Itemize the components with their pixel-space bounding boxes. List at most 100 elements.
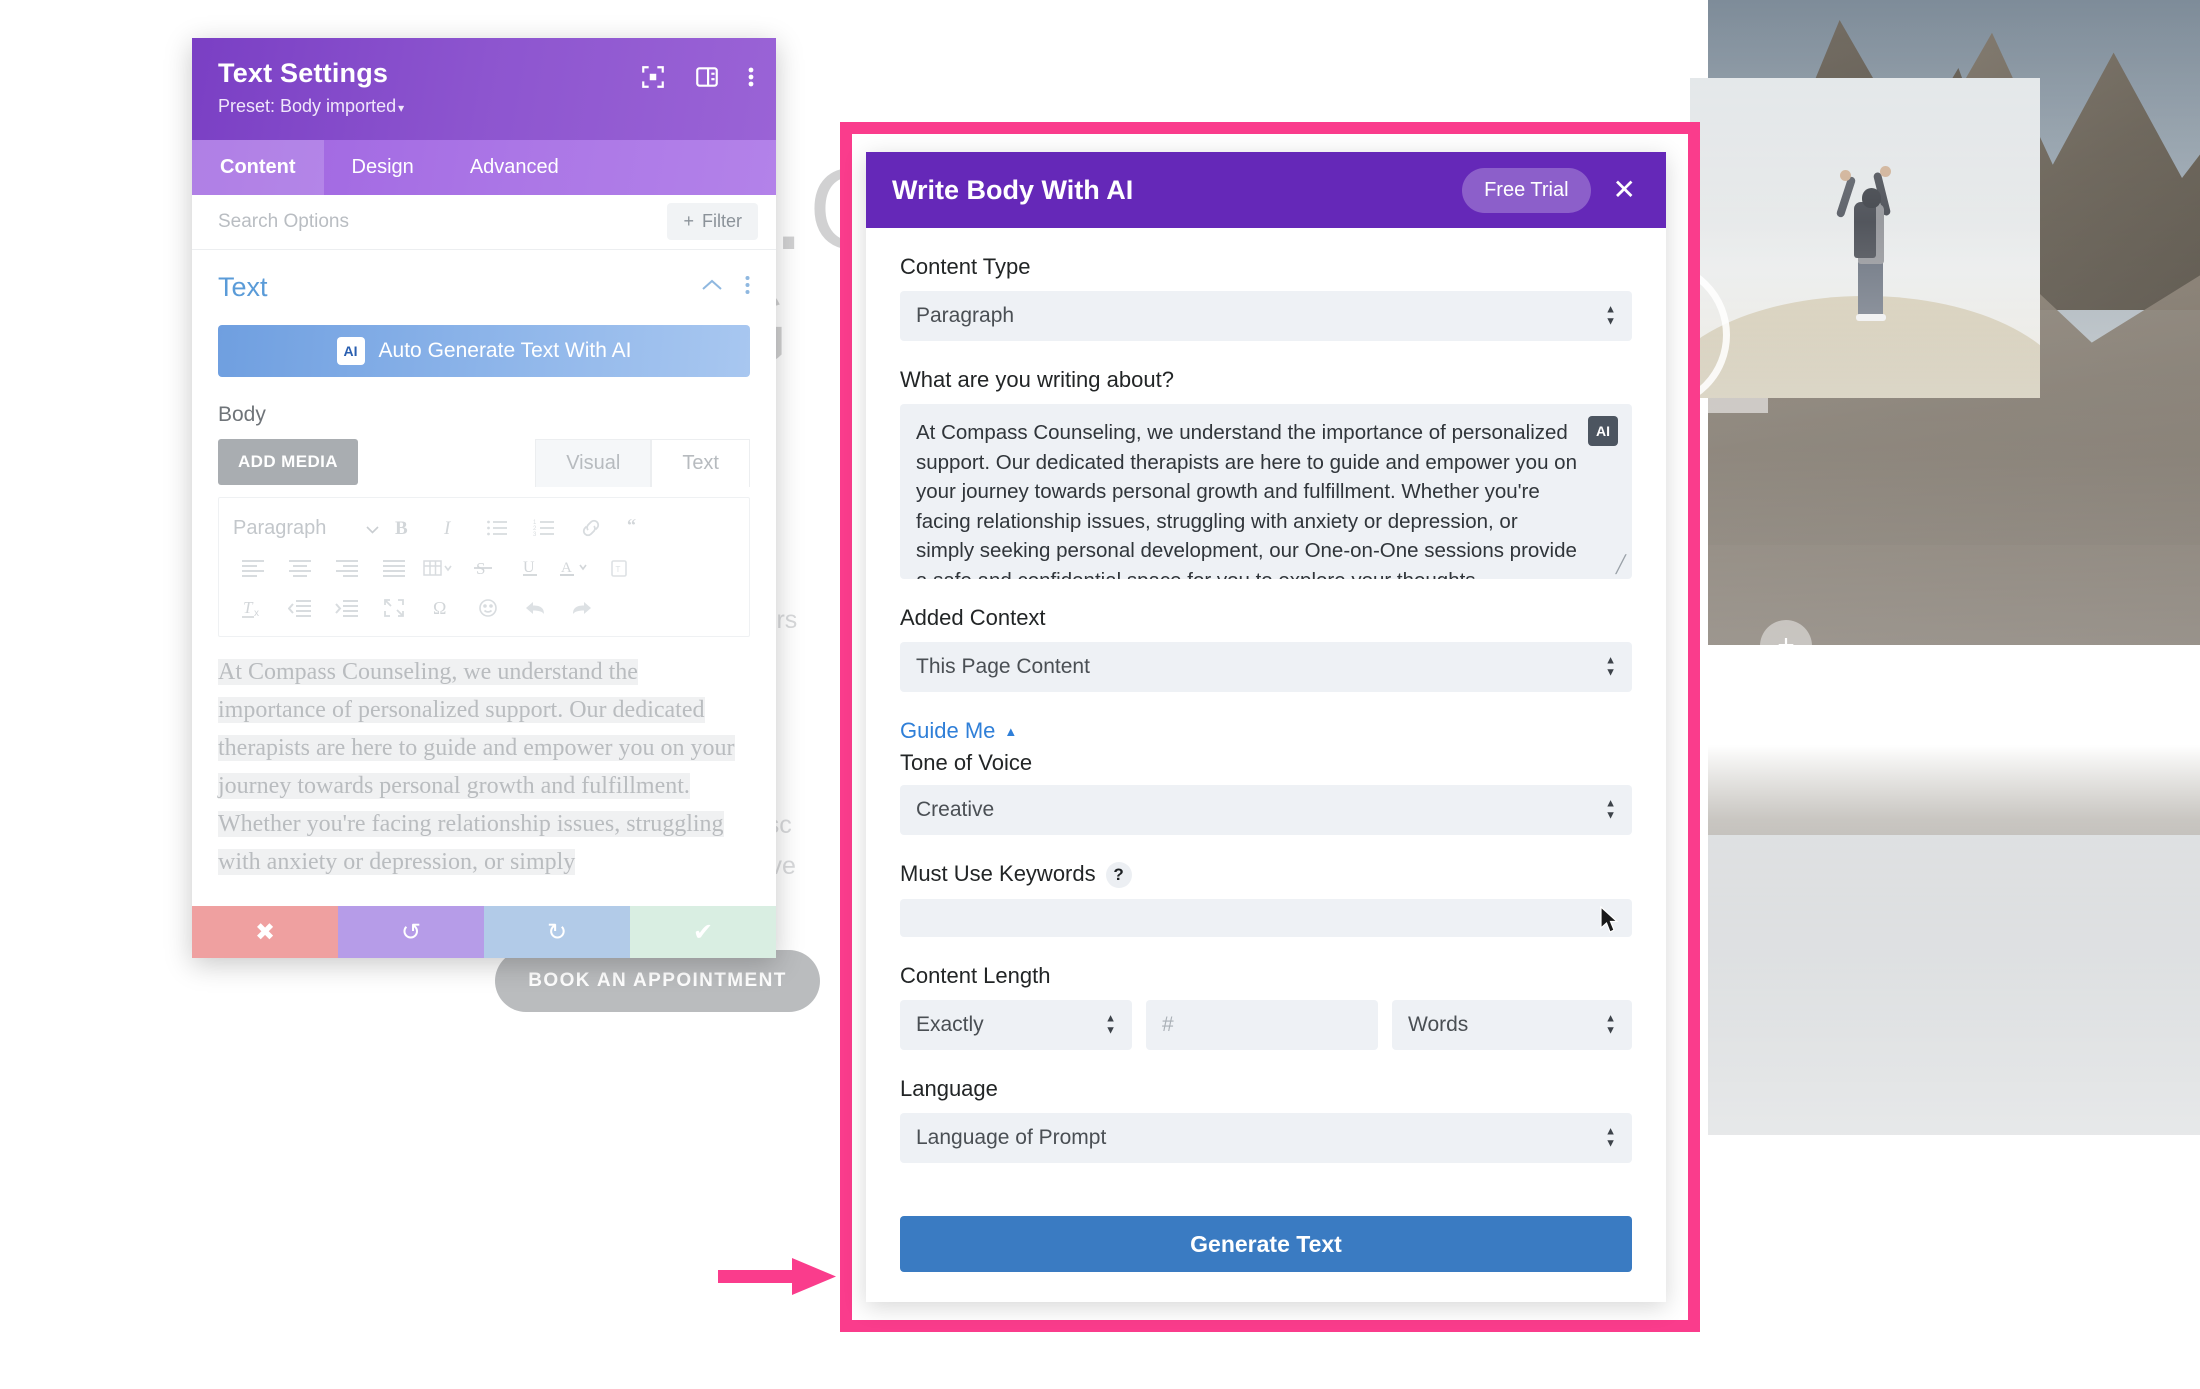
align-left-icon[interactable] — [229, 549, 276, 587]
screen: ...GIN G ES e unders ere to ether ing pa… — [0, 0, 2200, 1389]
auto-generate-text-with-ai-button[interactable]: AI Auto Generate Text With AI — [218, 325, 750, 377]
content-length-amount-input[interactable]: # — [1146, 1000, 1378, 1051]
content-length-unit-select[interactable]: Words ▲ ▼ — [1392, 1000, 1632, 1051]
section-more-icon[interactable] — [745, 275, 750, 300]
add-media-button[interactable]: ADD MEDIA — [218, 439, 358, 485]
link-icon[interactable] — [567, 509, 614, 547]
save-changes-button[interactable]: ✔ — [630, 906, 776, 958]
text-section-header: Text — [218, 272, 750, 303]
italic-icon[interactable]: I — [426, 509, 473, 547]
svg-text:I: I — [443, 518, 452, 539]
tab-content[interactable]: Content — [192, 140, 324, 195]
must-use-keywords-input[interactable] — [900, 899, 1632, 938]
blockquote-icon[interactable]: “ — [614, 509, 661, 547]
help-icon[interactable]: ? — [1105, 862, 1132, 889]
ai-icon[interactable]: AI — [1588, 416, 1618, 446]
editor-tab-visual[interactable]: Visual — [535, 439, 652, 487]
language-value: Language of Prompt — [916, 1126, 1107, 1150]
clear-formatting-icon[interactable]: Tx — [229, 589, 276, 627]
editor-body-text[interactable]: At Compass Counseling, we understand the… — [218, 653, 750, 881]
tone-of-voice-select[interactable]: Creative ▲ ▼ — [900, 785, 1632, 835]
added-context-group: Added Context This Page Content ▲ ▼ — [900, 605, 1632, 692]
svg-text:“: “ — [627, 518, 636, 535]
chevron-up-icon: ▲ — [1004, 723, 1018, 739]
bulleted-list-icon[interactable] — [473, 509, 520, 547]
spinner-icon: ▲ ▼ — [1605, 1125, 1616, 1150]
align-center-icon[interactable] — [276, 549, 323, 587]
strikethrough-icon[interactable]: S — [459, 549, 506, 587]
chevron-down-icon — [366, 517, 379, 540]
spinner-icon: ▲ ▼ — [1105, 1012, 1116, 1037]
table-icon[interactable] — [417, 549, 459, 587]
content-length-amount-placeholder: # — [1162, 1013, 1174, 1037]
settings-tabs: Content Design Advanced — [192, 140, 776, 195]
filter-button[interactable]: + Filter — [667, 203, 758, 240]
spinner-icon: ▲ ▼ — [1605, 797, 1616, 822]
mouse-cursor — [1600, 905, 1622, 936]
settings-action-bar: ✖ ↺ ↻ ✔ — [192, 906, 776, 958]
modal-title: Write Body With AI — [892, 174, 1134, 205]
close-icon[interactable]: ✕ — [1609, 176, 1640, 204]
content-type-select[interactable]: Paragraph ▲ ▼ — [900, 291, 1632, 341]
language-select[interactable]: Language of Prompt ▲ ▼ — [900, 1113, 1632, 1164]
undo-icon[interactable] — [511, 589, 558, 627]
svg-text:T: T — [615, 565, 620, 574]
undo-button[interactable]: ↺ — [338, 906, 484, 958]
format-select[interactable]: Paragraph — [229, 517, 379, 540]
settings-content: Text AI Auto Generate Text With AI Body … — [192, 250, 776, 958]
more-options-icon[interactable] — [748, 65, 754, 89]
discard-changes-button[interactable]: ✖ — [192, 906, 338, 958]
underline-icon[interactable]: U — [506, 549, 553, 587]
prompt-textarea[interactable]: At Compass Counseling, we understand the… — [900, 404, 1632, 579]
add-module-icon[interactable]: + — [1760, 620, 1812, 672]
tab-advanced[interactable]: Advanced — [442, 140, 587, 195]
content-length-unit-value: Words — [1408, 1013, 1469, 1037]
redo-icon[interactable] — [558, 589, 605, 627]
guide-me-toggle[interactable]: Guide Me ▲ — [900, 718, 1632, 744]
numbered-list-icon[interactable]: 123 — [520, 509, 567, 547]
focus-target-icon[interactable] — [640, 64, 666, 90]
settings-preset[interactable]: Preset: Body imported ▾ — [218, 96, 750, 117]
ai-button-label: Auto Generate Text With AI — [378, 339, 632, 362]
content-length-mode-select[interactable]: Exactly ▲ ▼ — [900, 1000, 1132, 1051]
modal-footer: Generate Text — [866, 1216, 1666, 1302]
bold-icon[interactable]: B — [379, 509, 426, 547]
align-right-icon[interactable] — [323, 549, 370, 587]
free-trial-badge[interactable]: Free Trial — [1462, 167, 1591, 213]
svg-text:Ω: Ω — [433, 598, 446, 618]
modal-body: Content Type Paragraph ▲ ▼ What are you w… — [866, 228, 1666, 1216]
body-field-label: Body — [218, 403, 266, 426]
book-appointment-button[interactable]: BOOK AN APPOINTMENT — [495, 950, 820, 1012]
chevron-up-icon[interactable] — [701, 278, 723, 297]
generate-text-button[interactable]: Generate Text — [900, 1216, 1632, 1272]
search-input[interactable]: Search Options — [218, 211, 349, 233]
svg-text:U: U — [523, 559, 535, 576]
added-context-value: This Page Content — [916, 655, 1090, 678]
align-justify-icon[interactable] — [370, 549, 417, 587]
editor-tab-text[interactable]: Text — [651, 439, 750, 487]
fullscreen-icon[interactable] — [370, 589, 417, 627]
content-type-group: Content Type Paragraph ▲ ▼ — [900, 254, 1632, 341]
added-context-select[interactable]: This Page Content ▲ ▼ — [900, 642, 1632, 692]
svg-text:3: 3 — [533, 532, 537, 537]
write-body-with-ai-modal: Write Body With AI Free Trial ✕ Content … — [866, 152, 1666, 1302]
svg-text:T: T — [243, 598, 254, 617]
tone-of-voice-label: Tone of Voice — [900, 750, 1033, 775]
paste-as-text-icon[interactable]: T — [595, 549, 642, 587]
spinner-icon: ▲ ▼ — [1605, 1012, 1616, 1037]
tab-design[interactable]: Design — [324, 140, 442, 195]
person-celebrating-photo — [1690, 78, 2040, 398]
svg-text:A: A — [561, 560, 572, 576]
resize-handle-icon[interactable]: ╱ — [1616, 555, 1626, 575]
emoji-icon[interactable] — [464, 589, 511, 627]
redo-button[interactable]: ↻ — [484, 906, 630, 958]
special-character-icon[interactable]: Ω — [417, 589, 464, 627]
chevron-down-icon: ▾ — [398, 101, 405, 115]
language-label: Language — [900, 1076, 998, 1102]
prompt-label: What are you writing about? — [900, 367, 1174, 392]
outdent-icon[interactable] — [276, 589, 323, 627]
layout-panel-icon[interactable] — [694, 64, 720, 90]
text-color-icon[interactable]: A — [553, 549, 595, 587]
indent-icon[interactable] — [323, 589, 370, 627]
guide-me-label: Guide Me — [900, 718, 996, 743]
